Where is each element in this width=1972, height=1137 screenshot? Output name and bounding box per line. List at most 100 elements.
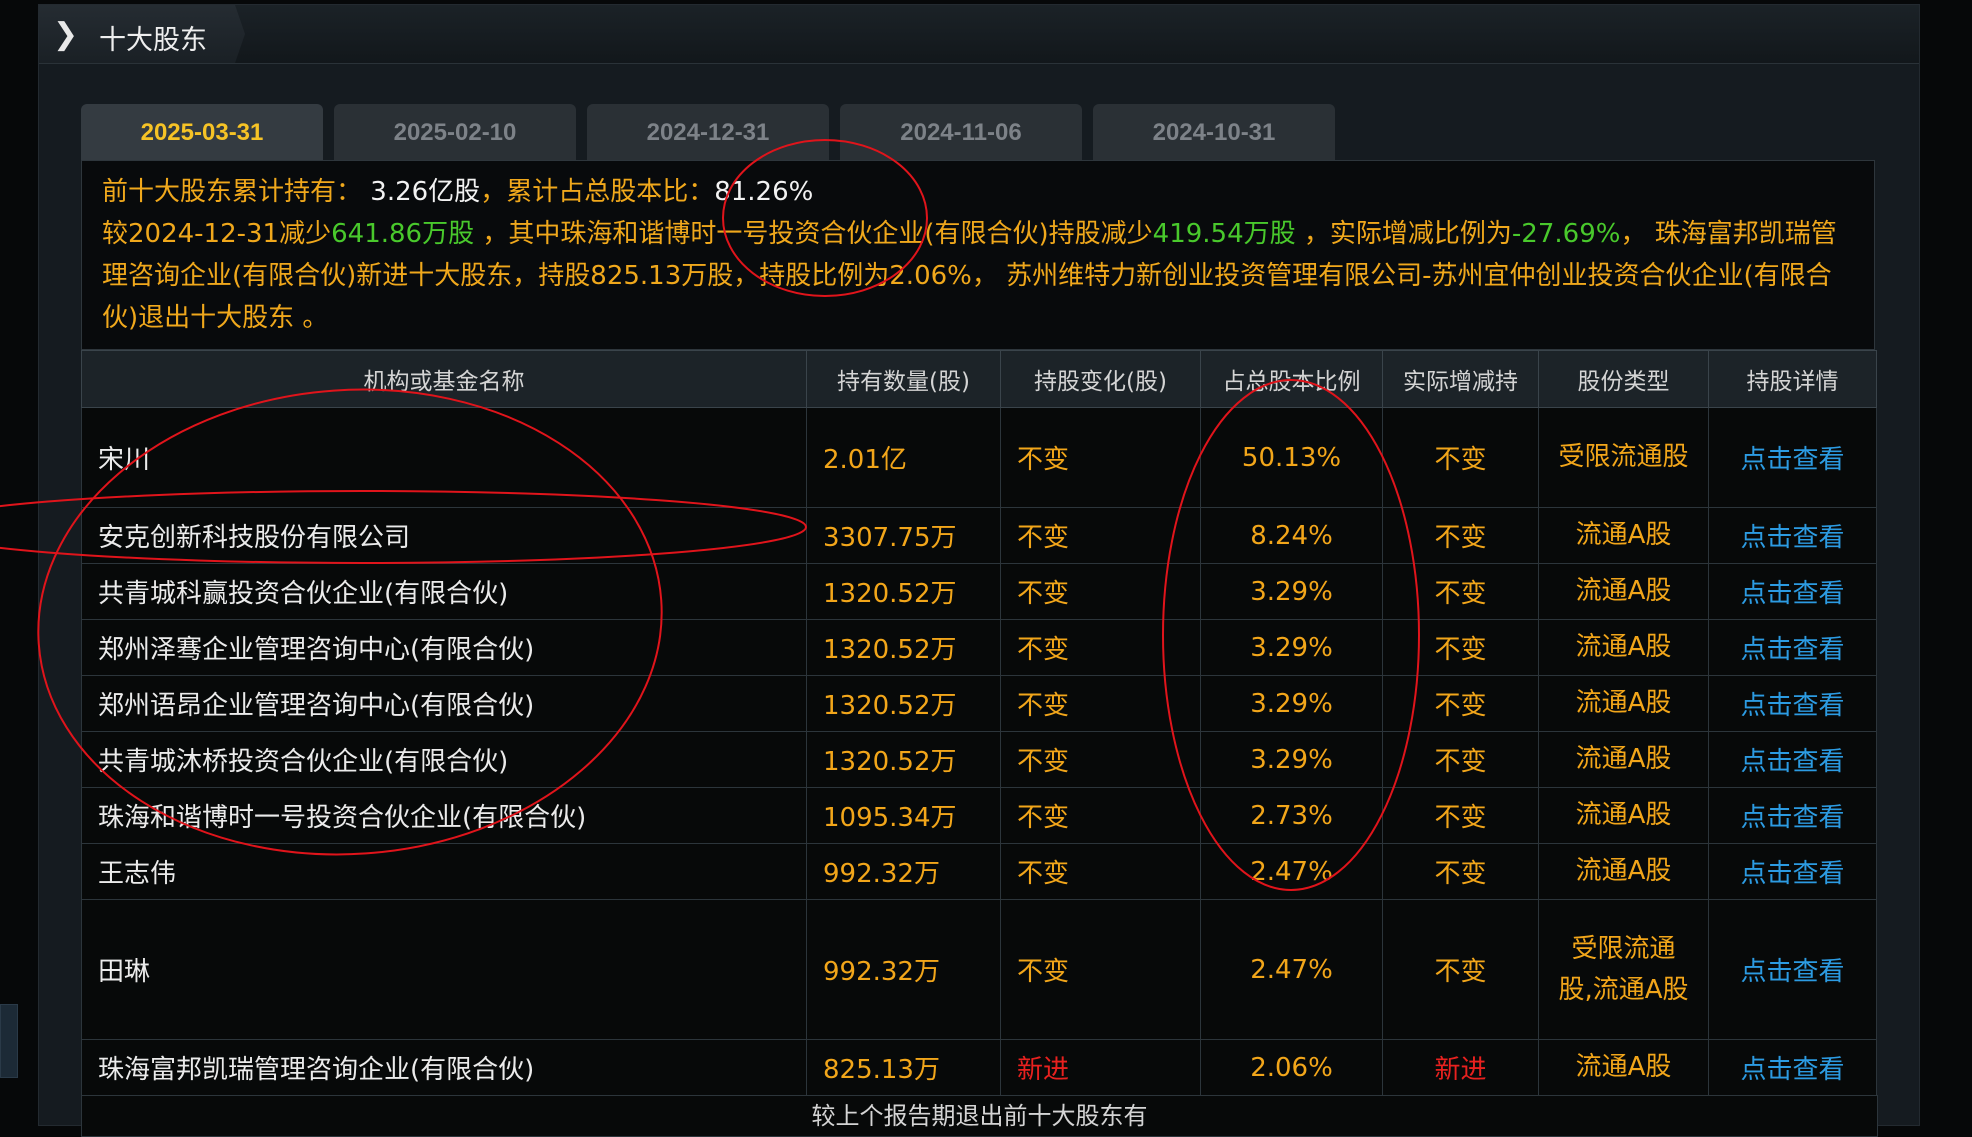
detail-link[interactable]: 点击查看: [1708, 563, 1877, 620]
col-shares-header: 持有数量(股): [806, 350, 1001, 408]
holder-name: 郑州泽骞企业管理咨询中心(有限合伙): [81, 619, 807, 676]
holder-actual: 新进: [1382, 1039, 1539, 1096]
holder-shares: 1320.52万: [806, 563, 1001, 620]
section-title: 十大股东: [99, 25, 207, 56]
holder-change: 不变: [1000, 731, 1201, 788]
holders-table: 机构或基金名称 持有数量(股) 持股变化(股) 占总股本比例 实际增减持 股份类…: [81, 350, 1877, 1096]
col-type-header: 股份类型: [1538, 350, 1709, 408]
holder-ratio: 50.13%: [1200, 407, 1383, 508]
holder-change: 不变: [1000, 899, 1201, 1040]
detail-link[interactable]: 点击查看: [1708, 843, 1877, 900]
holder-change: 不变: [1000, 619, 1201, 676]
holder-type: 流通A股: [1538, 1039, 1709, 1096]
title-tab: ❯ 十大股东: [39, 5, 245, 63]
holder-type: 流通A股: [1538, 563, 1709, 620]
table-row: 郑州泽骞企业管理咨询中心(有限合伙) 1320.52万 不变 3.29% 不变 …: [81, 619, 1877, 676]
side-widget: [0, 1004, 18, 1078]
holder-type: 受限流通股,流通A股: [1538, 899, 1709, 1040]
table-row: 共青城科赢投资合伙企业(有限合伙) 1320.52万 不变 3.29% 不变 流…: [81, 563, 1877, 620]
detail-link[interactable]: 点击查看: [1708, 619, 1877, 676]
holder-shares: 3307.75万: [806, 507, 1001, 564]
holder-actual: 不变: [1382, 787, 1539, 844]
tab-2024-10-31[interactable]: 2024-10-31: [1093, 104, 1335, 160]
table-row: 共青城沐桥投资合伙企业(有限合伙) 1320.52万 不变 3.29% 不变 流…: [81, 731, 1877, 788]
holder-ratio: 3.29%: [1200, 619, 1383, 676]
chevron-right-icon: ❯: [53, 17, 79, 52]
holder-actual: 不变: [1382, 563, 1539, 620]
tab-2025-03-31[interactable]: 2025-03-31: [81, 104, 323, 160]
holder-type: 流通A股: [1538, 507, 1709, 564]
holder-ratio: 2.47%: [1200, 899, 1383, 1040]
holder-change: 不变: [1000, 787, 1201, 844]
total-ratio: 81.26%: [714, 177, 814, 207]
holder-change: 不变: [1000, 407, 1201, 508]
holder-shares: 2.01亿: [806, 407, 1001, 508]
holder-shares: 1320.52万: [806, 619, 1001, 676]
holder-change: 新进: [1000, 1039, 1201, 1096]
holder-shares: 992.32万: [806, 843, 1001, 900]
holder-name: 珠海和谐博时一号投资合伙企业(有限合伙): [81, 787, 807, 844]
holder-type: 流通A股: [1538, 731, 1709, 788]
table-header-row: 机构或基金名称 持有数量(股) 持股变化(股) 占总股本比例 实际增减持 股份类…: [81, 350, 1877, 408]
holder-type: 流通A股: [1538, 843, 1709, 900]
holder-actual: 不变: [1382, 507, 1539, 564]
holder-name: 郑州语昂企业管理咨询中心(有限合伙): [81, 675, 807, 732]
tab-2024-11-06[interactable]: 2024-11-06: [840, 104, 1082, 160]
holder-ratio: 8.24%: [1200, 507, 1383, 564]
exited-holders-footnote: 较上个报告期退出前十大股东有: [81, 1095, 1878, 1137]
holder-actual: 不变: [1382, 731, 1539, 788]
holder-shares: 992.32万: [806, 899, 1001, 1040]
summary-box: 前十大股东累计持有： 3.26亿股，累计占总股本比：81.26% 较2024-1…: [81, 160, 1875, 350]
detail-link[interactable]: 点击查看: [1708, 899, 1877, 1040]
table-row: 珠海和谐博时一号投资合伙企业(有限合伙) 1095.34万 不变 2.73% 不…: [81, 787, 1877, 844]
detail-link[interactable]: 点击查看: [1708, 675, 1877, 732]
holders-panel: ❯ 十大股东 2025-03-31 2025-02-10 2024-12-31 …: [38, 4, 1920, 1137]
total-shares: 3.26亿股: [370, 177, 481, 207]
summary-line-2: 较2024-12-31减少641.86万股 ，其中珠海和谐博时一号投资合伙企业(…: [102, 219, 1837, 333]
holder-actual: 不变: [1382, 843, 1539, 900]
detail-link[interactable]: 点击查看: [1708, 787, 1877, 844]
holder-name: 宋川: [81, 407, 807, 508]
holder-name: 田琳: [81, 899, 807, 1040]
col-actual-header: 实际增减持: [1382, 350, 1539, 408]
holder-actual: 不变: [1382, 407, 1539, 508]
holder-ratio: 3.29%: [1200, 731, 1383, 788]
holder-shares: 1320.52万: [806, 675, 1001, 732]
holder-ratio: 2.06%: [1200, 1039, 1383, 1096]
holder-type: 流通A股: [1538, 675, 1709, 732]
table-row: 郑州语昂企业管理咨询中心(有限合伙) 1320.52万 不变 3.29% 不变 …: [81, 675, 1877, 732]
tab-2024-12-31[interactable]: 2024-12-31: [587, 104, 829, 160]
holder-actual: 不变: [1382, 675, 1539, 732]
summary-line-1: 前十大股东累计持有： 3.26亿股，累计占总股本比：81.26%: [102, 177, 814, 207]
col-change-header: 持股变化(股): [1000, 350, 1201, 408]
holder-ratio: 2.73%: [1200, 787, 1383, 844]
table-row: 王志伟 992.32万 不变 2.47% 不变 流通A股 点击查看: [81, 843, 1877, 900]
col-name-header: 机构或基金名称: [81, 350, 807, 408]
holder-shares: 825.13万: [806, 1039, 1001, 1096]
table-row: 宋川 2.01亿 不变 50.13% 不变 受限流通股 点击查看: [81, 407, 1877, 508]
detail-link[interactable]: 点击查看: [1708, 507, 1877, 564]
holder-name: 珠海富邦凯瑞管理咨询企业(有限合伙): [81, 1039, 807, 1096]
detail-link[interactable]: 点击查看: [1708, 407, 1877, 508]
holder-name: 王志伟: [81, 843, 807, 900]
holder-actual: 不变: [1382, 619, 1539, 676]
tab-2025-02-10[interactable]: 2025-02-10: [334, 104, 576, 160]
table-row: 珠海富邦凯瑞管理咨询企业(有限合伙) 825.13万 新进 2.06% 新进 流…: [81, 1039, 1877, 1096]
holder-change: 不变: [1000, 675, 1201, 732]
holder-name: 共青城科赢投资合伙企业(有限合伙): [81, 563, 807, 620]
holder-shares: 1320.52万: [806, 731, 1001, 788]
table-row: 田琳 992.32万 不变 2.47% 不变 受限流通股,流通A股 点击查看: [81, 899, 1877, 1040]
holder-change: 不变: [1000, 507, 1201, 564]
decrease2-value: 419.54万股: [1152, 219, 1296, 249]
decrease-value: 641.86万股: [331, 219, 475, 249]
holder-name: 安克创新科技股份有限公司: [81, 507, 807, 564]
holder-ratio: 2.47%: [1200, 843, 1383, 900]
holder-ratio: 3.29%: [1200, 563, 1383, 620]
table-row: 安克创新科技股份有限公司 3307.75万 不变 8.24% 不变 流通A股 点…: [81, 507, 1877, 564]
panel-header: ❯ 十大股东: [39, 5, 1919, 64]
holder-actual: 不变: [1382, 899, 1539, 1040]
decrease-ratio: -27.69%: [1511, 219, 1621, 249]
detail-link[interactable]: 点击查看: [1708, 1039, 1877, 1096]
detail-link[interactable]: 点击查看: [1708, 731, 1877, 788]
holder-change: 不变: [1000, 563, 1201, 620]
